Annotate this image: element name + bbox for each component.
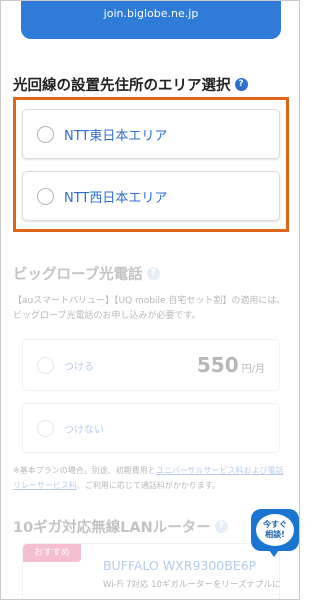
radio-circle-icon[interactable] bbox=[37, 125, 54, 143]
router-product-card: おすすめ BUFFALO WXR9300BE6P Wi-Fi 7対応 10ギガル… bbox=[22, 543, 281, 599]
radio-circle-icon[interactable] bbox=[37, 187, 54, 205]
lan-section-title: 10ギガ対応無線LANルーター ? bbox=[13, 516, 228, 537]
recommend-badge: おすすめ bbox=[23, 544, 81, 562]
phone-fee-note: ※基本プランの場合。別途、初期費用とユニバーサルサービス料および電話リレーサービ… bbox=[13, 463, 291, 493]
chat-consult-button[interactable]: 今すぐ 相談! bbox=[251, 509, 299, 557]
phone-section-title: ビッグローブ光電話 ? bbox=[13, 263, 160, 284]
phone-option-none-label: つけない bbox=[64, 424, 104, 436]
area-option-west-label: NTT西日本エリア bbox=[64, 190, 168, 206]
phone-option-add: つける 550 円/月 bbox=[22, 339, 280, 391]
radio-circle-icon bbox=[37, 356, 54, 374]
area-option-east-label: NTT東日本エリア bbox=[64, 128, 168, 144]
phone-option-none: つけない bbox=[22, 403, 280, 453]
product-subtitle: Wi-Fi 7対応 10ギガルーターをリーズナブルに bbox=[103, 580, 281, 590]
phone-price-value: 550 bbox=[196, 353, 239, 377]
lan-section-title-text: 10ギガ対応無線LANルーター bbox=[13, 520, 211, 536]
fee-note-suffix: 、ご利用に応じて通話料がかかります。 bbox=[76, 481, 221, 490]
area-section-title: 光回線の設置先住所のエリア選択 ? bbox=[13, 74, 248, 95]
area-section-title-text: 光回線の設置先住所のエリア選択 bbox=[13, 78, 231, 94]
chat-line1: 今すぐ bbox=[263, 520, 287, 529]
product-name: BUFFALO WXR9300BE6P bbox=[103, 558, 257, 573]
help-icon[interactable]: ? bbox=[234, 78, 248, 91]
phone-section-title-text: ビッグローブ光電話 bbox=[13, 267, 143, 283]
area-option-east[interactable]: NTT東日本エリア bbox=[22, 109, 280, 159]
phone-section-note: 【auスマートバリュー】【UQ mobile 自宅セット割】の適用には、ビッグロ… bbox=[13, 296, 286, 321]
url-text: join.biglobe.ne.jp bbox=[103, 7, 199, 20]
phone-option-add-label: つける bbox=[64, 361, 94, 373]
help-icon: ? bbox=[214, 520, 228, 533]
help-icon: ? bbox=[146, 267, 160, 280]
chat-bubble-icon: 今すぐ 相談! bbox=[256, 514, 294, 546]
url-bar: join.biglobe.ne.jp bbox=[21, 1, 281, 39]
radio-circle-icon bbox=[37, 419, 54, 437]
chat-line2: 相談! bbox=[265, 530, 285, 539]
area-option-west[interactable]: NTT西日本エリア bbox=[22, 171, 280, 221]
chat-tail bbox=[269, 550, 279, 557]
page-frame: join.biglobe.ne.jp 光回線の設置先住所のエリア選択 ? NTT… bbox=[0, 0, 300, 600]
phone-price: 550 円/月 bbox=[197, 353, 265, 377]
phone-price-unit: 円/月 bbox=[241, 364, 265, 375]
fee-note-prefix: ※基本プランの場合。別途、初期費用と bbox=[13, 466, 156, 475]
